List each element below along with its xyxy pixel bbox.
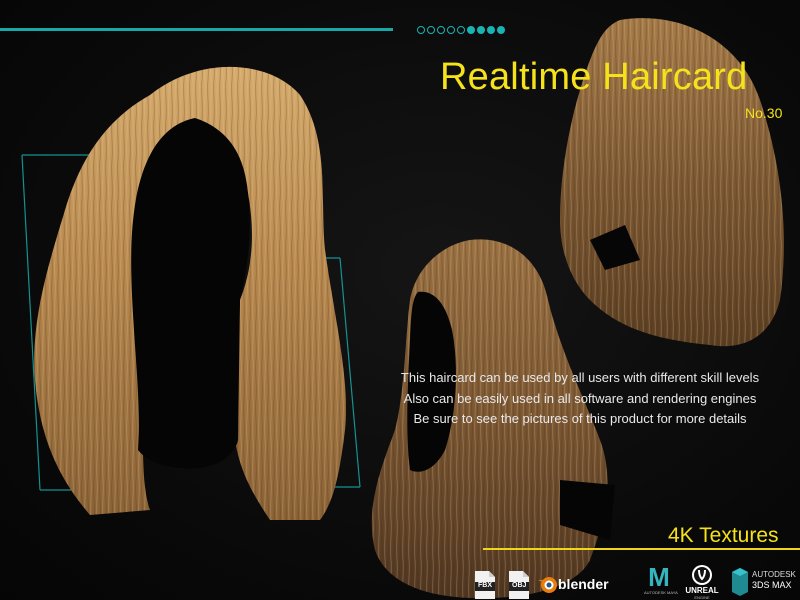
unreal-caption: ENGINE xyxy=(694,595,710,600)
dot xyxy=(457,26,465,34)
dot xyxy=(477,26,485,34)
textures-badge: 4K Textures xyxy=(668,524,779,547)
dot xyxy=(417,26,425,34)
fbx-label: FBX xyxy=(478,582,492,589)
blender-label: blender xyxy=(558,576,609,592)
unreal-icon: UNREAL ENGINE xyxy=(682,564,722,600)
maya-letter: M xyxy=(648,562,670,592)
software-logos: FBX OBJ blender M AUTODESK MAYA UNREAL E… xyxy=(468,564,800,600)
dot xyxy=(497,26,505,34)
dot xyxy=(467,26,475,34)
3dsmax-brand: AUTODESK xyxy=(752,570,796,579)
product-description: This haircard can be used by all users w… xyxy=(360,368,800,430)
product-title: Realtime Haircard xyxy=(440,56,748,98)
obj-icon: OBJ xyxy=(506,570,532,600)
obj-label: OBJ xyxy=(512,582,527,589)
hair-front-view xyxy=(34,66,346,521)
description-line: Also can be easily used in all software … xyxy=(403,390,757,406)
maya-icon: M AUTODESK MAYA xyxy=(644,562,678,595)
unreal-label: UNREAL xyxy=(685,586,719,595)
dot xyxy=(427,26,435,34)
maya-caption: AUTODESK MAYA xyxy=(644,590,678,595)
3dsmax-label: 3DS MAX xyxy=(752,580,792,590)
progress-dots xyxy=(417,26,505,34)
product-banner: Realtime Haircard No.30 This haircard ca… xyxy=(0,0,800,600)
textures-underline xyxy=(483,548,800,550)
product-number: No.30 xyxy=(745,105,783,121)
description-line: Be sure to see the pictures of this prod… xyxy=(413,411,747,426)
blender-icon: blender xyxy=(538,574,609,599)
header-accent-line xyxy=(0,28,393,31)
description-line: This haircard can be used by all users w… xyxy=(400,370,760,385)
dot xyxy=(447,26,455,34)
dot xyxy=(437,26,445,34)
dot xyxy=(487,26,495,34)
fbx-icon: FBX xyxy=(472,570,498,600)
